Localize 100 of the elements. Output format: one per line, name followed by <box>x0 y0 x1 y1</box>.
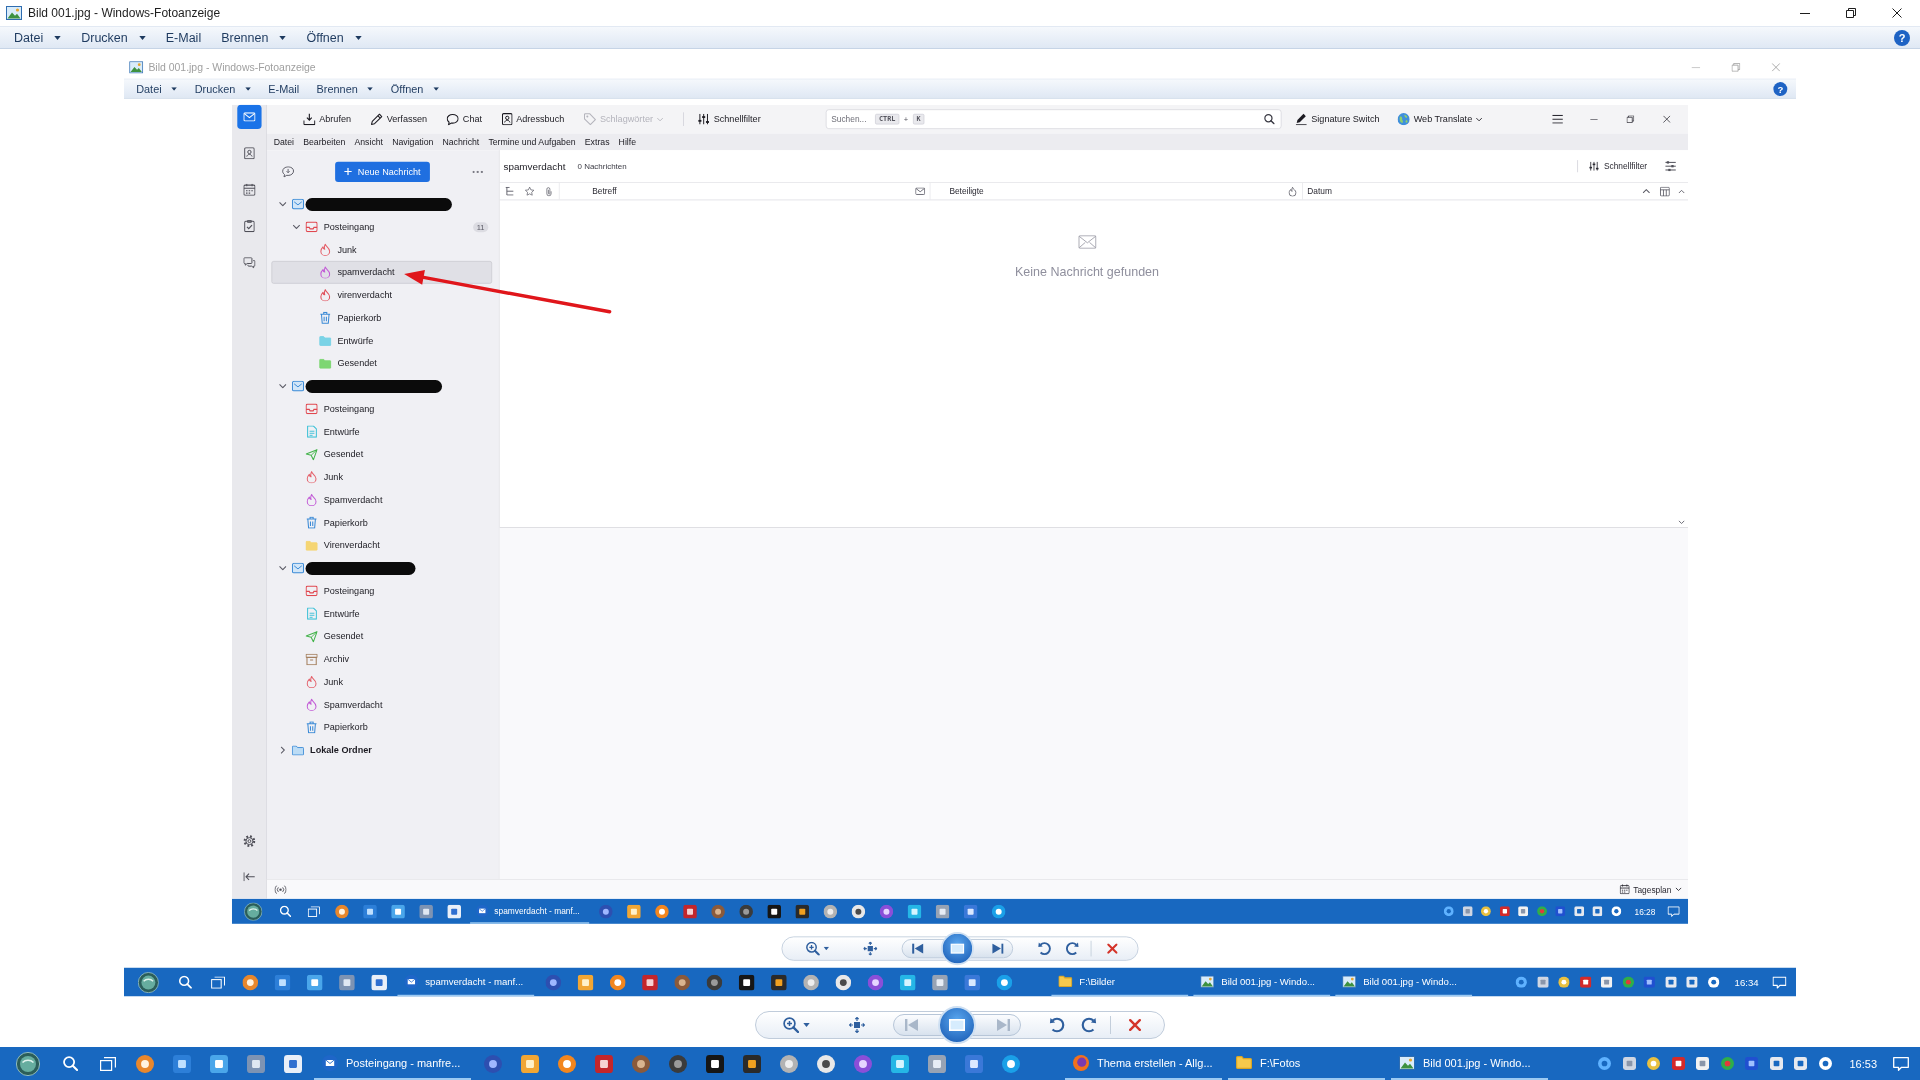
folder-item[interactable]: virenverdacht <box>271 283 493 306</box>
search-input[interactable]: Suchen... <box>831 114 871 124</box>
tray-icon[interactable] <box>1601 976 1613 988</box>
tray-icon[interactable] <box>1769 1057 1783 1070</box>
search-icon[interactable] <box>178 975 192 989</box>
menu-item[interactable]: Nachricht <box>437 133 484 150</box>
chat-button[interactable]: Chat <box>442 108 487 130</box>
taskbar-button[interactable]: F:\Fotos <box>1228 1047 1385 1080</box>
tray-icon[interactable] <box>1555 905 1566 916</box>
menu-item[interactable]: Drucken <box>187 79 258 98</box>
tray-icon[interactable] <box>1611 905 1622 916</box>
menu-item[interactable]: Navigation <box>387 133 438 150</box>
tray-icon[interactable] <box>1794 1057 1808 1070</box>
folder-item[interactable]: Papierkorb <box>271 510 493 534</box>
tray-icon[interactable] <box>1707 976 1720 988</box>
today-pane-button[interactable]: Tagesplan <box>1619 883 1682 894</box>
taskbar-button[interactable]: Bild 001.jpg - Windo... <box>1335 967 1473 997</box>
options-icon[interactable] <box>1665 160 1676 172</box>
start-icon[interactable] <box>244 901 263 920</box>
menu-item[interactable]: Datei <box>129 79 185 98</box>
signature-switch-button[interactable]: Signature Switch <box>1290 108 1385 130</box>
tray-icon[interactable] <box>1818 1057 1832 1070</box>
menu-item[interactable]: Datei <box>269 133 299 150</box>
tray-icon[interactable] <box>1643 976 1656 988</box>
slideshow-button[interactable] <box>940 931 974 965</box>
folder-item[interactable]: Papierkorb <box>271 306 493 329</box>
app-icon[interactable] <box>816 1054 835 1073</box>
help-button[interactable]: ? <box>1773 81 1788 96</box>
tray-icon[interactable] <box>1671 1057 1685 1070</box>
write-button[interactable]: Verfassen <box>366 108 432 130</box>
task-view-icon[interactable] <box>99 1056 116 1071</box>
menu-item[interactable]: E-Mail <box>261 79 307 98</box>
menu-item[interactable]: Termine und Aufgaben <box>483 133 581 150</box>
tray-icon[interactable] <box>1622 1057 1636 1070</box>
quick-filter-button[interactable]: Schnellfilter <box>693 108 766 130</box>
address-book-button[interactable]: Adressbuch <box>497 108 569 130</box>
ellipsis-icon[interactable] <box>472 169 483 173</box>
tray-icon[interactable] <box>1696 1057 1710 1070</box>
help-button[interactable]: ? <box>1894 29 1910 46</box>
menu-item[interactable]: Hilfe <box>614 133 641 150</box>
taskbar-button[interactable]: Bild 001.jpg - Windo... <box>1391 1047 1548 1080</box>
tray-icon[interactable] <box>1481 905 1491 916</box>
taskbar-button[interactable]: spamverdacht - manf... <box>470 898 590 924</box>
tray-icon[interactable] <box>1686 976 1698 988</box>
get-messages-button[interactable]: Abrufen <box>298 108 356 130</box>
tray-icon[interactable] <box>1745 1057 1759 1070</box>
menu-item[interactable]: Öffnen <box>383 79 446 98</box>
folder-item[interactable]: Junk <box>271 237 493 261</box>
taskbar-button[interactable]: Bild 001.jpg - Windo... <box>1193 967 1331 997</box>
app-icon[interactable] <box>705 1054 724 1073</box>
tray-icon[interactable] <box>1665 976 1677 988</box>
folder-item[interactable]: Gesendet <box>271 624 493 648</box>
start-icon[interactable] <box>137 971 159 993</box>
notification-icon[interactable] <box>1893 1056 1909 1071</box>
close-icon[interactable] <box>1892 8 1902 18</box>
web-translate-button[interactable]: Web Translate <box>1393 108 1488 130</box>
tray-icon[interactable] <box>1558 976 1570 988</box>
slideshow-button[interactable] <box>938 1006 976 1044</box>
column-header[interactable]: Beteiligte <box>929 182 1283 200</box>
folder-item[interactable]: Entwürfe <box>271 601 493 625</box>
taskbar-button[interactable]: spamverdacht - manf... <box>397 967 535 997</box>
tray-icon[interactable] <box>1462 905 1473 916</box>
start-icon[interactable] <box>16 1051 40 1076</box>
settings-icon[interactable] <box>243 834 256 847</box>
folder-item[interactable]: Entwürfe <box>271 328 493 352</box>
menu-item[interactable]: E-Mail <box>157 27 210 48</box>
app-icon[interactable] <box>835 974 851 990</box>
taskbar-button[interactable]: Posteingang - manfre... <box>314 1047 471 1080</box>
menu-item[interactable]: Brennen <box>213 27 295 48</box>
folder-item[interactable]: Gesendet <box>271 442 493 466</box>
taskbar-button[interactable]: Thema erstellen - Allg... <box>1065 1047 1222 1080</box>
app-icon[interactable] <box>795 904 809 918</box>
app-icon[interactable] <box>851 904 865 918</box>
column-header[interactable]: Datum <box>1302 182 1655 200</box>
column-header[interactable]: Betreff <box>558 182 910 200</box>
folder-item[interactable]: spamverdacht <box>271 260 493 284</box>
quick-filter-button[interactable]: Schnellfilter <box>1585 161 1651 171</box>
folder-item[interactable]: Junk <box>271 670 493 693</box>
tray-icon[interactable] <box>1518 905 1529 916</box>
app-icon[interactable] <box>738 974 755 990</box>
folder-item[interactable]: Entwürfe <box>271 419 493 443</box>
folder-item[interactable]: Lokale Ordner <box>271 738 493 762</box>
folder-item[interactable]: Spamverdacht <box>271 692 493 716</box>
tray-icon[interactable] <box>1579 976 1592 988</box>
menu-item[interactable]: Ansicht <box>349 133 388 150</box>
folder-item[interactable]: Posteingang <box>271 579 493 602</box>
app-icon[interactable] <box>742 1054 761 1073</box>
tray-icon[interactable] <box>1574 905 1584 916</box>
folder-item[interactable]: Virenverdacht <box>271 533 493 557</box>
menu-item[interactable]: Drucken <box>73 27 154 48</box>
notification-icon[interactable] <box>1772 975 1787 988</box>
restore-icon[interactable] <box>1846 8 1856 18</box>
folder-item[interactable]: Archiv <box>271 647 493 671</box>
mail-button[interactable] <box>236 104 262 129</box>
new-message-button[interactable]: Neue Nachricht <box>335 160 430 182</box>
tray-icon[interactable] <box>1647 1057 1661 1070</box>
folder-item[interactable]: Junk <box>271 465 493 488</box>
folder-item[interactable]: Gesendet <box>271 351 493 375</box>
minimize-icon[interactable] <box>1800 12 1810 14</box>
search-icon[interactable] <box>63 1056 78 1071</box>
